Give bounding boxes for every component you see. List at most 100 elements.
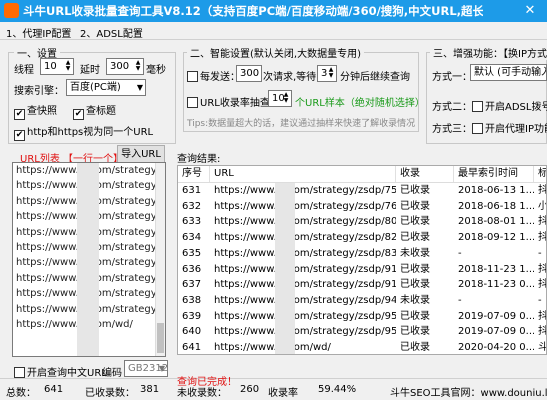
engine-label: 搜索引擎： — [14, 86, 64, 97]
close-icon[interactable]: ✕ — [513, 0, 547, 22]
redaction-mask — [77, 163, 99, 356]
checkbox-icon — [472, 101, 483, 112]
smart-title: 二、智能设置(默认关闭,大数据量专用) — [187, 45, 364, 60]
table-header: 序号 URL 收录 最早索引时间 标 — [178, 166, 546, 183]
chevron-down-icon: ▼ — [136, 83, 143, 92]
indexed-value: 381 — [140, 384, 160, 395]
menu-item-proxy[interactable]: 1、代理IP配置 — [6, 25, 71, 40]
row-url: https://www. z.com/wd/ — [214, 342, 331, 353]
checkbox-icon — [14, 367, 25, 378]
threads-input[interactable]: 10 ▲ ▼ — [40, 58, 74, 75]
row-url: https://www. z.com/strategy/zsdp/83... — [214, 247, 396, 259]
row-no: 639 — [182, 310, 202, 322]
row-date: 2018-11-23 1... — [458, 263, 534, 275]
row-no: 634 — [182, 232, 202, 244]
menu-item-adsl[interactable]: 2、ADSL配置 — [80, 25, 143, 40]
sample-spin-icon[interactable]: ▲ ▼ — [282, 92, 290, 105]
table-row[interactable]: 638 https://www. z.com/strategy/zsdp/94..… — [178, 293, 546, 310]
row-status: 已收录 — [400, 310, 430, 322]
status-bar: 总数： 641 已收录数： 381 查询已完成！ 未收录数： 260 收录率 5… — [0, 377, 547, 400]
row-url: https://www. z.com/strategy/zsdp/75... — [214, 185, 396, 196]
every-send-input[interactable]: 300 — [236, 65, 262, 82]
app-icon — [4, 3, 19, 18]
table-row[interactable]: 636 https://www. z.com/strategy/zsdp/91..… — [178, 262, 546, 279]
proxy-checkbox[interactable]: 开启代理IP功能 — [472, 120, 547, 135]
website-link[interactable]: 斗牛SEO工具官网：www.douniu.la — [390, 384, 547, 399]
checkbox-icon — [472, 123, 483, 134]
delay-label: 延时 — [80, 65, 100, 76]
row-status: 已收录 — [400, 232, 430, 244]
wait-spin-icon[interactable]: ▲ ▼ — [327, 67, 335, 80]
row-title: 抖 — [538, 310, 547, 322]
row-no: 638 — [182, 294, 202, 306]
table-row[interactable]: 634 https://www. z.com/strategy/zsdp/82..… — [178, 230, 547, 247]
row-no: 637 — [182, 279, 202, 291]
row-status: 已收录 — [400, 185, 430, 196]
row-no: 632 — [182, 200, 202, 212]
chevron-down-icon: ▼ — [158, 364, 165, 373]
sample-size-input[interactable]: 10 ▲ ▼ — [268, 90, 292, 107]
enhance-title: 三、增强功能：【换IP方式】 — [430, 45, 547, 60]
unindexed-value: 260 — [240, 384, 260, 395]
adsl-checkbox[interactable]: 开启ADSL拨号 — [472, 98, 547, 113]
row-status: 已收录 — [400, 279, 430, 291]
col-header-date[interactable]: 最早索引时间 — [454, 166, 534, 182]
encoding-label: 编码 — [102, 368, 122, 379]
row-date: 2019-07-09 0... — [458, 326, 534, 338]
table-row[interactable]: 640 https://www. z.com/strategy/zsdp/95..… — [178, 324, 546, 341]
row-date: 2018-08-01 1... — [458, 216, 534, 228]
col-header-status[interactable]: 收录 — [396, 166, 454, 182]
check-title-checkbox[interactable]: ✔ 查标题 — [73, 102, 116, 120]
delay-spin-icon[interactable]: ▲ ▼ — [134, 60, 142, 73]
row-no: 640 — [182, 326, 202, 338]
row-title: 抖 — [538, 185, 547, 196]
encoding-select[interactable]: GB2312 ▼ — [124, 360, 168, 377]
scrollbar-thumb[interactable] — [157, 323, 164, 353]
table-row[interactable]: 641 https://www. z.com/wd/已收录 2020-04-20 0… — [178, 340, 546, 354]
check-indexed-checkbox[interactable]: ✔ 查快照 — [14, 102, 57, 120]
sample-checkbox[interactable]: URL收录率抽查 — [187, 94, 270, 109]
checkbox-icon — [187, 97, 198, 108]
checkbox-checked-icon: ✔ — [14, 109, 25, 120]
every-send-checkbox[interactable]: 每发送： — [187, 68, 240, 83]
col-header-url[interactable]: URL — [210, 166, 396, 182]
threads-label: 线程 — [14, 65, 34, 76]
method1-select[interactable]: 默认 (可手动输入百 — [470, 64, 547, 81]
chinese-url-checkbox[interactable]: 开启查询中文URL — [14, 364, 107, 379]
row-url: https://www. z.com/strategy/zsdp/82... — [214, 232, 396, 244]
http-same-checkbox[interactable]: ✔ http和https视为同一个URL — [14, 123, 153, 141]
table-row[interactable]: 639 https://www. z.com/strategy/zsdp/95..… — [178, 309, 547, 326]
row-title: 抖 — [538, 232, 547, 244]
wait-minutes-input[interactable]: 3 ▲ ▼ — [317, 65, 337, 82]
table-row[interactable]: 633 https://www. z.com/strategy/zsdp/80..… — [178, 214, 546, 231]
col-header-title[interactable]: 标 — [534, 166, 546, 182]
delay-input[interactable]: 300 ▲ ▼ — [106, 58, 144, 75]
menu-bar: 1、代理IP配置 2、ADSL配置 — [0, 22, 547, 40]
row-date: 2018-09-12 1... — [458, 232, 534, 244]
title-bar: 斗牛URL收录批量查询工具V8.12（支持百度PC端/百度移动端/360/搜狗,… — [0, 0, 547, 22]
row-date: 2018-11-23 0... — [458, 279, 534, 291]
row-url: https://www. z.com/strategy/zsdp/80... — [214, 216, 396, 228]
row-no: 636 — [182, 263, 202, 275]
total-value: 641 — [44, 384, 64, 395]
checkbox-icon — [187, 71, 198, 82]
row-no: 641 — [182, 342, 202, 353]
threads-spin-icon[interactable]: ▲ ▼ — [64, 60, 72, 73]
resume-label: 分钟后继续查询 — [340, 72, 410, 83]
row-status: 已收录 — [400, 263, 430, 275]
results-table[interactable]: 序号 URL 收录 最早索引时间 标 631 https://www. z.com… — [177, 165, 547, 355]
table-row[interactable]: 631 https://www. z.com/strategy/zsdp/75..… — [178, 183, 547, 200]
row-no: 631 — [182, 185, 202, 196]
url-list-textarea[interactable]: https://www. z.com/strategy, https://www… — [12, 162, 166, 357]
table-row[interactable]: 637 https://www. z.com/strategy/zsdp/91..… — [178, 277, 546, 294]
row-url: https://www. z.com/strategy/zsdp/76... — [214, 200, 396, 212]
row-status: 已收录 — [400, 326, 430, 338]
row-title: 小 — [538, 200, 547, 212]
col-header-no[interactable]: 序号 — [178, 166, 210, 182]
row-status: 已收录 — [400, 342, 430, 353]
engine-select[interactable]: 百度(PC端) ▼ — [66, 79, 146, 96]
row-date: - — [458, 294, 462, 306]
table-row[interactable]: 635 https://www. z.com/strategy/zsdp/83..… — [178, 246, 546, 263]
url-list-scrollbar[interactable] — [155, 163, 165, 356]
table-row[interactable]: 632 https://www. z.com/strategy/zsdp/76..… — [178, 199, 547, 216]
